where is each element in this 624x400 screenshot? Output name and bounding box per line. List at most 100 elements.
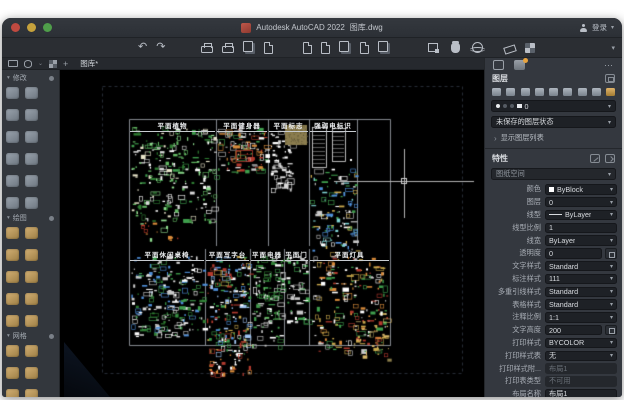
layer-tool-icon[interactable] bbox=[606, 88, 615, 96]
page-setup-icon[interactable] bbox=[243, 41, 253, 52]
tool-icon[interactable] bbox=[6, 271, 19, 283]
toolbar-overflow-icon[interactable]: ▾ bbox=[611, 44, 615, 52]
collapse-panel-icon[interactable] bbox=[605, 154, 615, 163]
layer-tool-icon[interactable] bbox=[549, 88, 558, 96]
property-extra-button[interactable] bbox=[605, 248, 617, 259]
layer-tool-icon[interactable] bbox=[535, 88, 544, 96]
tool-icon[interactable] bbox=[6, 227, 19, 239]
tool-icon[interactable] bbox=[6, 87, 19, 99]
properties-tab-icon[interactable] bbox=[493, 60, 504, 70]
layer-tool-icon[interactable] bbox=[521, 88, 530, 96]
tab-options-icon[interactable]: ⌄ bbox=[38, 60, 43, 67]
plot-icon[interactable] bbox=[222, 46, 234, 53]
new-drawing-icon[interactable] bbox=[303, 42, 312, 54]
tool-icon[interactable] bbox=[6, 315, 19, 327]
close-window-button[interactable] bbox=[11, 23, 20, 32]
zoom-window-icon[interactable] bbox=[428, 43, 438, 52]
property-field[interactable]: BYCOLOR▾ bbox=[545, 338, 617, 349]
print-icon[interactable] bbox=[201, 46, 213, 53]
tool-icon[interactable] bbox=[6, 389, 19, 397]
maximize-window-button[interactable] bbox=[43, 23, 52, 32]
tool-icon[interactable] bbox=[25, 87, 38, 99]
tool-icon[interactable] bbox=[25, 293, 38, 305]
tool-icon[interactable] bbox=[6, 175, 19, 187]
property-field[interactable]: 200 bbox=[545, 325, 602, 336]
minimize-window-button[interactable] bbox=[27, 23, 36, 32]
redo-icon[interactable]: ↷ bbox=[156, 41, 165, 54]
tool-icon[interactable] bbox=[25, 175, 38, 187]
tool-icon[interactable] bbox=[25, 131, 38, 143]
tool-icon[interactable] bbox=[25, 153, 38, 165]
tool-icon[interactable] bbox=[6, 131, 19, 143]
tool-icon[interactable] bbox=[25, 315, 38, 327]
object-type-dropdown[interactable]: 图纸空间 ▾ bbox=[491, 168, 616, 180]
tool-icon[interactable] bbox=[25, 227, 38, 239]
section-collapse-icon[interactable]: ▾ bbox=[7, 333, 10, 339]
layer-tool-icon[interactable] bbox=[506, 88, 515, 96]
print-preview-icon[interactable] bbox=[264, 42, 273, 54]
tool-icon[interactable] bbox=[25, 249, 38, 261]
property-field[interactable]: ByLayer▾ bbox=[545, 210, 617, 221]
orbit-icon[interactable] bbox=[472, 42, 483, 53]
import-icon[interactable] bbox=[321, 42, 330, 54]
property-extra-button[interactable] bbox=[605, 325, 617, 336]
pan-icon[interactable] bbox=[451, 43, 460, 53]
property-field[interactable]: 无▾ bbox=[545, 351, 617, 362]
quick-select-icon[interactable] bbox=[590, 154, 600, 163]
layout-space-icon[interactable] bbox=[24, 60, 32, 68]
property-field[interactable]: Standard▾ bbox=[545, 299, 617, 310]
tool-icon[interactable] bbox=[25, 197, 38, 209]
tool-icon[interactable] bbox=[6, 249, 19, 261]
section-options-icon[interactable] bbox=[49, 334, 54, 339]
measure-icon[interactable] bbox=[504, 44, 518, 54]
property-field[interactable]: Standard▾ bbox=[545, 287, 617, 298]
tool-icon[interactable] bbox=[25, 367, 38, 379]
layer-tool-icon[interactable] bbox=[592, 88, 601, 96]
tool-icon[interactable] bbox=[6, 153, 19, 165]
layer-selector[interactable]: 0 ▾ bbox=[491, 100, 616, 112]
tool-icon[interactable] bbox=[6, 367, 19, 379]
undo-icon[interactable]: ↶ bbox=[138, 41, 147, 54]
block-tools-icon[interactable] bbox=[525, 43, 535, 53]
reference-icon[interactable] bbox=[378, 41, 388, 52]
layers-tab-icon[interactable] bbox=[514, 60, 525, 70]
popout-panel-icon[interactable] bbox=[605, 74, 615, 83]
sheet-set-icon[interactable] bbox=[360, 42, 369, 54]
property-field[interactable]: Standard▾ bbox=[545, 261, 617, 272]
property-field[interactable]: 111▾ bbox=[545, 274, 617, 285]
property-field[interactable]: 布局1 bbox=[545, 389, 617, 397]
palette-section-header[interactable]: ▾修改 bbox=[2, 72, 59, 84]
export-icon[interactable] bbox=[339, 41, 349, 52]
drawing-viewport[interactable]: 平面植物平面健身器平面标志强弱电标识平面休闲桌椅平面写字台平面电器平面门平面灯具 bbox=[60, 70, 484, 397]
layer-tool-icon[interactable] bbox=[578, 88, 587, 96]
sign-in-button[interactable]: 登录 ▾ bbox=[574, 20, 622, 35]
layer-tool-icon[interactable] bbox=[563, 88, 572, 96]
tool-icon[interactable] bbox=[25, 345, 38, 357]
palette-section-header[interactable]: ▾网格 bbox=[2, 330, 59, 342]
property-field[interactable]: ByLayer▾ bbox=[545, 235, 617, 246]
show-layer-list[interactable]: › 显示图层列表 bbox=[485, 130, 622, 146]
tool-icon[interactable] bbox=[6, 109, 19, 121]
section-options-icon[interactable] bbox=[49, 216, 54, 221]
tool-icon[interactable] bbox=[25, 271, 38, 283]
property-field[interactable]: 0▾ bbox=[545, 197, 617, 208]
start-tab-icon[interactable] bbox=[49, 60, 57, 68]
palette-section-header[interactable]: ▾绘图 bbox=[2, 212, 59, 224]
property-field[interactable]: ByBlock▾ bbox=[545, 184, 617, 195]
section-collapse-icon[interactable]: ▾ bbox=[7, 75, 10, 81]
section-collapse-icon[interactable]: ▾ bbox=[7, 215, 10, 221]
drawing-tab[interactable]: 图库* bbox=[74, 58, 104, 69]
layer-states-dropdown[interactable]: 未保存的图层状态 ▾ bbox=[491, 116, 616, 128]
section-options-icon[interactable] bbox=[49, 76, 54, 81]
model-space-icon[interactable] bbox=[8, 60, 18, 67]
tool-icon[interactable] bbox=[6, 293, 19, 305]
tool-icon[interactable] bbox=[6, 197, 19, 209]
panel-overflow-icon[interactable]: ⋯ bbox=[604, 61, 614, 69]
layer-tool-icon[interactable] bbox=[492, 88, 501, 96]
new-tab-button[interactable]: + bbox=[63, 59, 68, 69]
tool-icon[interactable] bbox=[25, 109, 38, 121]
property-field[interactable]: 1:1▾ bbox=[545, 312, 617, 323]
property-field[interactable]: 0 bbox=[545, 248, 602, 259]
tool-icon[interactable] bbox=[25, 389, 38, 397]
property-field[interactable]: 1 bbox=[545, 223, 617, 234]
